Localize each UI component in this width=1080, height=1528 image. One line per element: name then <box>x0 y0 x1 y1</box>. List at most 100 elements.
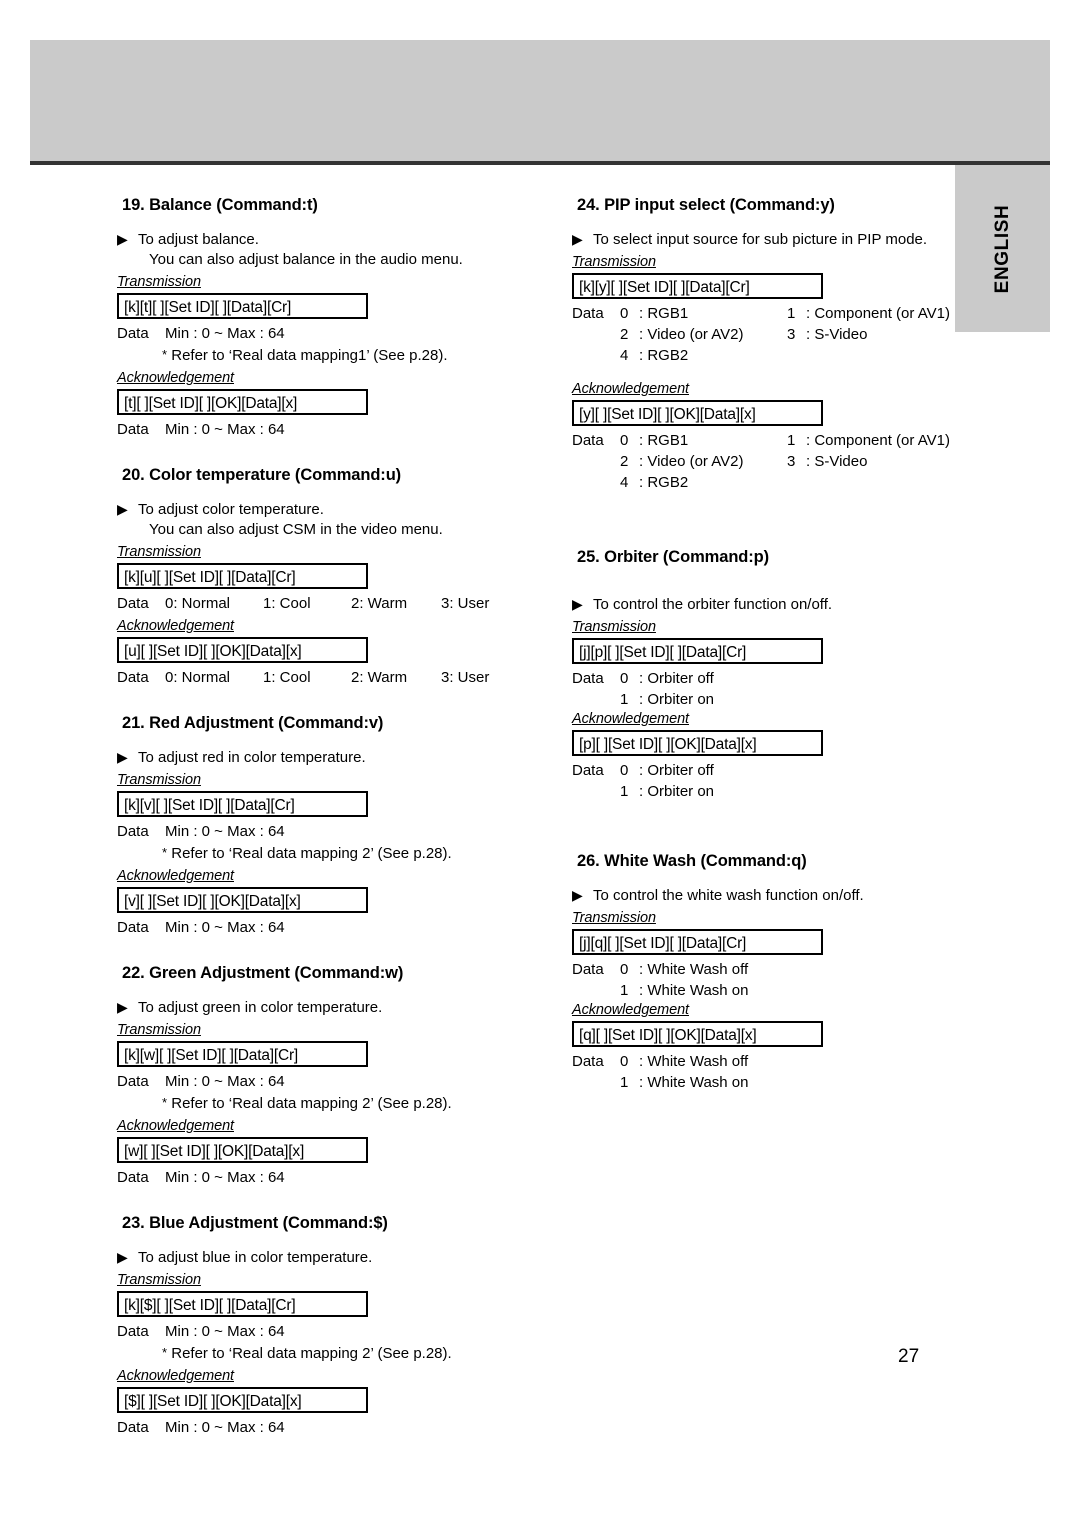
transmission-heading: Transmission <box>117 544 201 560</box>
acknowledgement-command-box: [t][ ][Set ID][ ][OK][Data][x] <box>117 389 368 415</box>
value-number: 1 <box>620 783 629 800</box>
transmission-data-line: Data Min : 0 ~ Max : 64 <box>117 323 537 344</box>
section-title: 23. Blue Adjustment (Command:$) <box>122 1214 388 1232</box>
triangle-bullet-icon: ▶ <box>572 887 583 903</box>
value-number: 1 <box>787 432 796 449</box>
acknowledgement-data-line: Data Min : 0 ~ Max : 64 <box>117 419 537 440</box>
value-text: : Component (or AV1) <box>806 432 950 449</box>
transmission-command-box: [k][u][ ][Set ID][ ][Data][Cr] <box>117 563 368 589</box>
language-side-tab-label: ENGLISH <box>991 204 1013 293</box>
value-row: 4: RGB2 <box>572 345 972 366</box>
triangle-bullet-icon: ▶ <box>572 231 583 247</box>
data-label: Data <box>572 1053 604 1070</box>
page-number: 27 <box>898 1346 920 1367</box>
value-number: 1 <box>620 982 629 999</box>
value-text: : White Wash on <box>639 982 749 999</box>
section-color-temperature: 20. Color temperature (Command:u) ▶ To a… <box>117 466 537 688</box>
data-label: Data <box>572 670 604 687</box>
transmission-command-box: [k][v][ ][Set ID][ ][Data][Cr] <box>117 791 368 817</box>
section-title: 21. Red Adjustment (Command:v) <box>122 714 384 732</box>
value-number: 2 <box>620 453 629 470</box>
value-text: : Video (or AV2) <box>639 326 744 343</box>
reference-note-text: Refer to ‘Real data mapping 2’ (See p.28… <box>171 1095 452 1112</box>
description-line-1: To adjust red in color temperature. <box>138 749 366 766</box>
value-text: : White Wash off <box>639 1053 749 1070</box>
data-label: Data <box>572 762 604 779</box>
value-number: 2 <box>620 326 629 343</box>
value-text: : Orbiter on <box>639 691 715 708</box>
data-value: Min : 0 ~ Max : 64 <box>165 1419 285 1436</box>
section-title: 25. Orbiter (Command:p) <box>577 548 770 566</box>
transmission-reference-note: * Refer to ‘Real data mapping 2’ (See p.… <box>162 842 537 864</box>
transmission-pair-row: 1 : White Wash on <box>572 980 972 1001</box>
acknowledgement-heading: Acknowledgement <box>117 618 234 634</box>
transmission-heading: Transmission <box>572 254 656 270</box>
transmission-data-line: Data Min : 0 ~ Max : 64 <box>117 1071 537 1092</box>
data-value: Min : 0 ~ Max : 64 <box>165 919 285 936</box>
value-number: 0 <box>620 762 629 779</box>
value-text: : Orbiter off <box>639 670 714 687</box>
transmission-heading: Transmission <box>117 274 201 290</box>
triangle-bullet-icon: ▶ <box>117 231 128 247</box>
description-line-1: To adjust balance. <box>138 231 259 248</box>
reference-note-text: Refer to ‘Real data mapping 2’ (See p.28… <box>171 1345 452 1362</box>
acknowledgement-data-line: Data Min : 0 ~ Max : 64 <box>117 917 537 938</box>
acknowledgement-data-line: Data Min : 0 ~ Max : 64 <box>117 1417 537 1438</box>
acknowledgement-pair-row: 1: White Wash on <box>572 1072 972 1093</box>
acknowledgement-heading: Acknowledgement <box>117 1368 234 1384</box>
data-label: Data <box>572 432 604 449</box>
asterisk-icon: * <box>162 347 168 362</box>
section-description: ▶ To control the orbiter function on/off… <box>572 595 972 615</box>
acknowledgement-pair-row: 1: Orbiter on <box>572 781 972 802</box>
value-number: 1 <box>620 1074 629 1091</box>
data-label: Data <box>117 1073 149 1090</box>
transmission-heading: Transmission <box>117 1272 201 1288</box>
data-label: Data <box>572 961 604 978</box>
section-white-wash: 26. White Wash (Command:q) ▶ To control … <box>572 852 972 1093</box>
value-number: 3 <box>787 453 796 470</box>
section-description: ▶ To select input source for sub picture… <box>572 230 972 250</box>
reference-note-text: Refer to ‘Real data mapping 2’ (See p.28… <box>171 845 452 862</box>
data-label: Data <box>117 1169 149 1186</box>
acknowledgement-value-grid: Data 0: RGB1 1: Component (or AV1) 2: Vide… <box>572 430 972 493</box>
value-text: : RGB2 <box>639 347 689 364</box>
option-1: 1: Cool <box>263 595 311 612</box>
value-row: 2 : Video (or AV2) 3 : S-Video <box>572 324 972 345</box>
data-label: Data <box>117 823 149 840</box>
section-description: ▶ To adjust color temperature. You can a… <box>117 500 537 540</box>
triangle-bullet-icon: ▶ <box>117 749 128 765</box>
value-row: 4: RGB2 <box>572 472 972 493</box>
option-2: 2: Warm <box>351 595 408 612</box>
option-0: 0: Normal <box>165 669 231 686</box>
reference-note-text: Refer to ‘Real data mapping1’ (See p.28)… <box>171 347 448 364</box>
transmission-heading: Transmission <box>117 1022 201 1038</box>
value-text: : White Wash off <box>639 961 749 978</box>
value-text: : S-Video <box>806 326 868 343</box>
section-blue-adjustment: 23. Blue Adjustment (Command:$) ▶ To adj… <box>117 1214 537 1438</box>
option-0: 0: Normal <box>165 595 231 612</box>
section-description: ▶ To control the white wash function on/… <box>572 886 972 906</box>
value-number: 3 <box>787 326 796 343</box>
transmission-data-line: Data Min : 0 ~ Max : 64 <box>117 1321 537 1342</box>
value-row: Data 0: RGB1 1: Component (or AV1) <box>572 303 972 324</box>
value-number: 0 <box>620 305 629 322</box>
description-line-1: To adjust green in color temperature. <box>138 999 383 1016</box>
data-value: Min : 0 ~ Max : 64 <box>165 421 285 438</box>
data-label: Data <box>117 919 149 936</box>
left-column: 19. Balance (Command:t) ▶ To adjust bala… <box>117 196 537 1438</box>
section-orbiter: 25. Orbiter (Command:p) ▶ To control the… <box>572 548 972 802</box>
acknowledgement-pair-row: Data 0: Orbiter off <box>572 760 972 781</box>
transmission-command-box: [k][y][ ][Set ID][ ][Data][Cr] <box>572 273 823 299</box>
triangle-bullet-icon: ▶ <box>117 999 128 1015</box>
section-red-adjustment: 21. Red Adjustment (Command:v) ▶ To adju… <box>117 714 537 938</box>
value-number: 0 <box>620 961 629 978</box>
acknowledgement-command-box: [v][ ][Set ID][ ][OK][Data][x] <box>117 887 368 913</box>
transmission-value-grid: Data 0: RGB1 1: Component (or AV1) 2 : Vide… <box>572 303 972 366</box>
description-line-1: To select input source for sub picture i… <box>593 231 928 248</box>
section-description: ▶ To adjust balance. You can also adjust… <box>117 230 537 270</box>
section-description: ▶ To adjust blue in color temperature. <box>117 1248 537 1268</box>
description-line-1: To adjust blue in color temperature. <box>138 1249 373 1266</box>
data-label: Data <box>117 325 149 342</box>
description-line-2: You can also adjust CSM in the video men… <box>149 521 443 538</box>
value-row: 2: Video (or AV2) 3: S-Video <box>572 451 972 472</box>
